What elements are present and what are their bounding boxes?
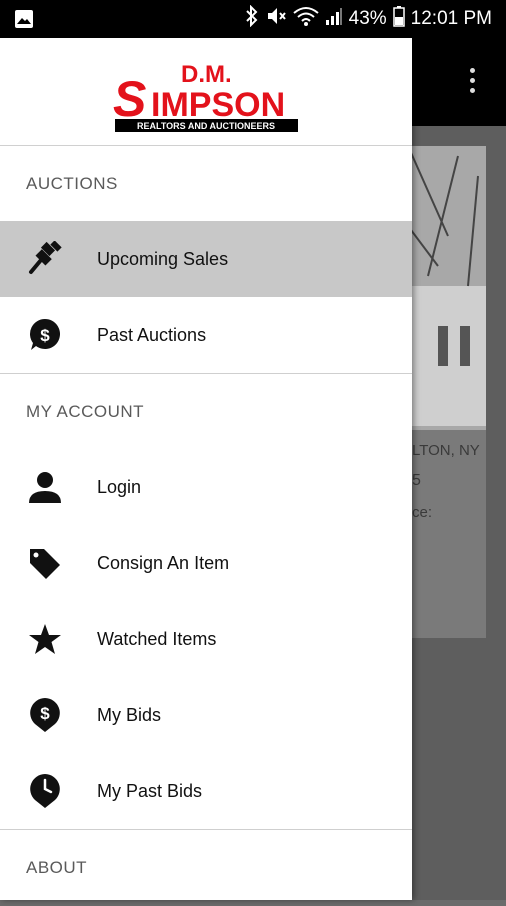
menu-item-label: My Past Bids <box>97 780 203 801</box>
menu-item-login[interactable]: Login <box>0 449 412 525</box>
background-partial-text: ce: <box>412 504 433 521</box>
section-title-auctions: AUCTIONS <box>26 173 118 193</box>
overflow-menu-icon <box>462 68 482 100</box>
wifi-icon <box>293 5 319 33</box>
gavel-icon <box>27 241 63 277</box>
menu-item-label: My Bids <box>97 704 162 725</box>
menu-item-past-auctions[interactable]: $ Past Auctions <box>0 297 412 373</box>
person-icon <box>27 469 63 505</box>
status-bar: 43% 12:01 PM <box>0 0 506 38</box>
drawer-header: D.M. S IMPSON REALTORS AND AUCTIONEERS <box>0 38 412 146</box>
svg-text:S: S <box>113 71 146 127</box>
dollar-bubble-icon: $ <box>27 317 63 353</box>
svg-text:IMPSON: IMPSON <box>151 86 285 124</box>
section-title-my-account: MY ACCOUNT <box>26 401 145 421</box>
menu-item-label: Past Auctions <box>97 324 207 345</box>
menu-item-label: Watched Items <box>97 628 217 649</box>
background-location-text: LTON, NY <box>412 442 480 459</box>
star-icon <box>27 621 63 657</box>
battery-percent: 43% <box>348 8 387 29</box>
clock-pin-icon <box>27 773 63 809</box>
menu-item-my-past-bids[interactable]: My Past Bids <box>0 753 412 829</box>
company-logo: D.M. S IMPSON REALTORS AND AUCTIONEERS <box>113 56 299 134</box>
svg-text:$: $ <box>40 704 50 723</box>
svg-text:$: $ <box>40 326 50 345</box>
mute-icon <box>265 5 287 33</box>
svg-text:D.M.: D.M. <box>181 61 232 88</box>
gallery-icon <box>14 9 34 34</box>
navigation-drawer: D.M. S IMPSON REALTORS AND AUCTIONEERS A… <box>0 38 412 900</box>
clock-time: 12:01 PM <box>410 8 492 29</box>
menu-item-watched-items[interactable]: Watched Items <box>0 601 412 677</box>
svg-text:REALTORS AND AUCTIONEERS: REALTORS AND AUCTIONEERS <box>137 121 275 131</box>
menu-item-my-bids[interactable]: $ My Bids <box>0 677 412 753</box>
menu-item-label: Upcoming Sales <box>97 248 229 269</box>
menu-item-label: Consign An Item <box>97 552 230 573</box>
signal-icon <box>325 6 343 32</box>
dollar-pin-icon: $ <box>27 697 63 733</box>
menu-item-consign[interactable]: Consign An Item <box>0 525 412 601</box>
menu-item-label: Login <box>97 476 142 497</box>
battery-icon <box>392 5 405 33</box>
background-digit-text: 5 <box>412 472 421 489</box>
menu-item-upcoming-sales[interactable]: Upcoming Sales <box>0 221 412 297</box>
bluetooth-icon <box>245 4 259 33</box>
section-title-about[interactable]: ABOUT <box>0 830 412 906</box>
tag-icon <box>27 545 63 581</box>
